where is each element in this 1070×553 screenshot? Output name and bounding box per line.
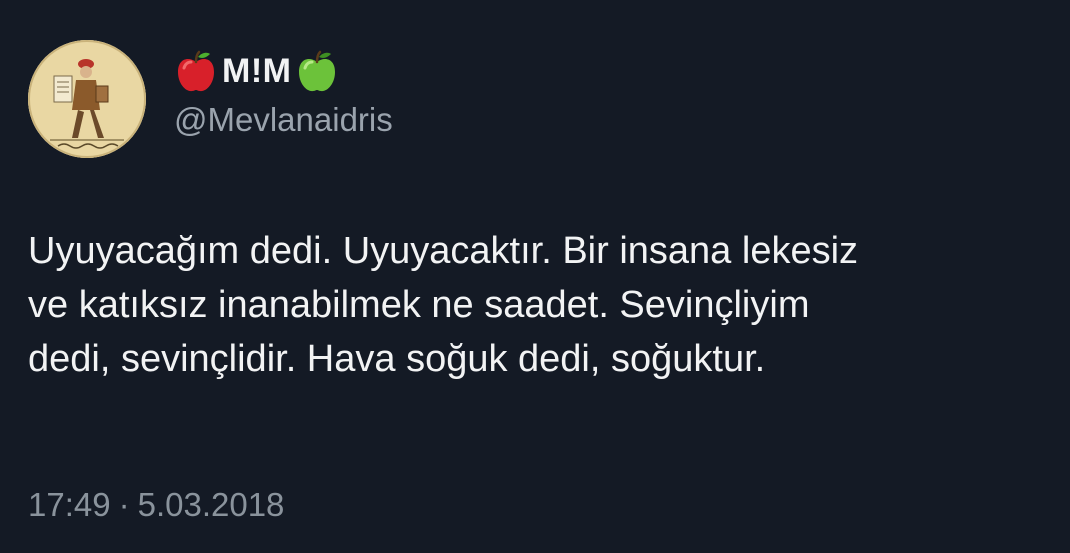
author-names: M!M @Mevlanaidris (174, 40, 393, 139)
tweet-text-line: ve katıksız inanabilmek ne saadet. Sevin… (28, 284, 810, 326)
tweet-card: M!M @Mevlanaidris Uyuyacağım dedi. Uyuya… (0, 0, 1070, 553)
red-apple-icon (174, 48, 218, 94)
meta-separator: · (118, 486, 130, 523)
avatar[interactable] (28, 40, 146, 158)
author-handle[interactable]: @Mevlanaidris (174, 101, 393, 139)
display-name: M!M (222, 51, 292, 90)
tweet-text-line: Uyuyacağım dedi. Uyuyacaktır. Bir insana… (28, 230, 859, 272)
tweet-date: 5.03.2018 (137, 486, 285, 523)
tweet-text: Uyuyacağım dedi. Uyuyacaktır. Bir insana… (28, 224, 1048, 386)
tweet-text-line: dedi, sevinçlidir. Hava soğuk dedi, soğu… (28, 338, 766, 380)
tweet-time: 17:49 (28, 486, 111, 523)
tweet-header: M!M @Mevlanaidris (28, 40, 393, 158)
green-apple-icon (295, 48, 339, 94)
display-name-row[interactable]: M!M (174, 45, 393, 97)
tweet-timestamp[interactable]: 17:49 · 5.03.2018 (28, 486, 284, 524)
